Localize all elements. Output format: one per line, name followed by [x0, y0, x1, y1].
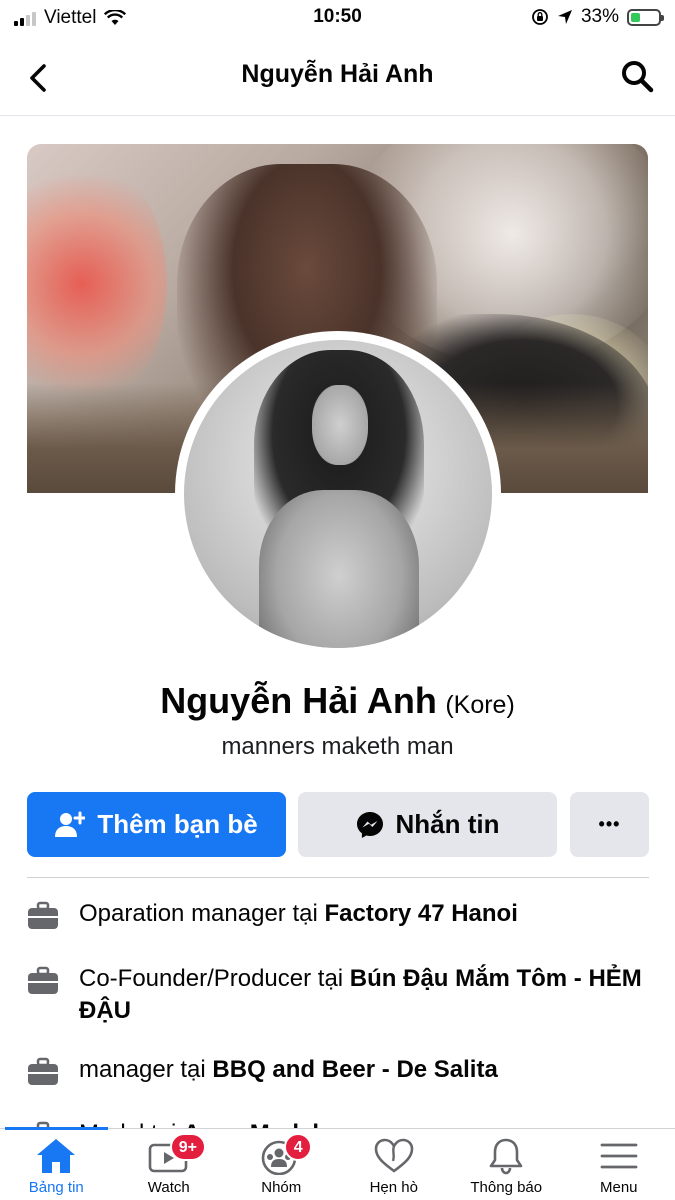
- navigation-bar: Nguyễn Hải Anh: [0, 40, 675, 116]
- tab-menu[interactable]: Menu: [563, 1129, 675, 1200]
- watch-badge: 9+: [169, 1133, 206, 1161]
- message-label: Nhắn tin: [395, 809, 500, 839]
- work-info-item: Oparation manager tại Factory 47 Hanoi: [27, 898, 649, 932]
- home-icon: [37, 1139, 76, 1173]
- page-title: Nguyễn Hải Anh: [241, 60, 434, 88]
- dating-heart-icon: [374, 1138, 414, 1173]
- active-tab-indicator: [5, 1127, 108, 1130]
- tab-label: Bảng tin: [28, 1179, 84, 1196]
- tab-news-feed[interactable]: Bảng tin: [0, 1129, 113, 1200]
- message-button[interactable]: Nhắn tin: [298, 792, 557, 857]
- watch-tab-icon-wrap: 9+: [148, 1133, 206, 1175]
- work-place-link[interactable]: BBQ and Beer - De Salita: [212, 1056, 497, 1083]
- tab-label: Nhóm: [261, 1179, 302, 1196]
- orientation-lock-icon: [532, 9, 548, 25]
- messenger-icon: [356, 811, 383, 838]
- battery-icon: [627, 8, 664, 26]
- status-bar: Viettel 10:50 33%: [0, 0, 675, 36]
- tab-dating[interactable]: Hẹn hò: [338, 1129, 451, 1200]
- add-friend-label: Thêm bạn bè: [97, 809, 258, 839]
- work-place-link[interactable]: Factory 47 Hanoi: [324, 900, 517, 927]
- divider: [27, 877, 649, 878]
- tab-label: Watch: [147, 1179, 190, 1196]
- briefcase-icon: [28, 966, 58, 994]
- work-info-item: manager tại BBQ and Beer - De Salita: [27, 1054, 649, 1088]
- more-dots-icon: •••: [598, 814, 621, 834]
- tab-label: Hẹn hò: [369, 1179, 418, 1196]
- work-info-text: Oparation manager tại Factory 47 Hanoi: [79, 898, 518, 930]
- status-right: 33%: [531, 6, 664, 28]
- profile-name-line: Nguyễn Hải Anh (Kore): [0, 680, 675, 722]
- briefcase-icon: [28, 901, 58, 929]
- search-icon: [622, 61, 654, 93]
- groups-tab-icon-wrap: 4: [260, 1133, 313, 1176]
- work-role: Oparation manager tại: [79, 900, 325, 927]
- profile-bio: manners maketh man: [221, 733, 454, 760]
- tab-label: Menu: [599, 1179, 638, 1196]
- more-options-button[interactable]: •••: [570, 792, 649, 857]
- tab-notifications[interactable]: Thông báo: [450, 1129, 563, 1200]
- hamburger-menu-icon: [600, 1143, 638, 1169]
- briefcase-icon: [28, 1057, 58, 1085]
- add-friend-button[interactable]: Thêm bạn bè: [27, 792, 286, 857]
- profile-picture[interactable]: [184, 340, 492, 648]
- add-friend-icon: [55, 811, 86, 837]
- profile-alternate-name: (Kore): [445, 691, 515, 719]
- battery-percent: 33%: [580, 6, 619, 27]
- tab-watch[interactable]: 9+ Watch: [113, 1129, 226, 1200]
- bottom-tab-bar: Bảng tin 9+ Watch 4 Nhóm Hẹn hò Thông bá…: [0, 1128, 675, 1200]
- work-role: Co-Founder/Producer tại: [79, 965, 350, 992]
- location-arrow-icon: [557, 10, 572, 24]
- work-info-text: manager tại BBQ and Beer - De Salita: [79, 1054, 498, 1086]
- work-info-text: Co-Founder/Producer tại Bún Đậu Mắm Tôm …: [79, 963, 649, 1027]
- tab-groups[interactable]: 4 Nhóm: [225, 1129, 338, 1200]
- profile-name: Nguyễn Hải Anh: [160, 680, 437, 721]
- work-role: manager tại: [79, 1056, 213, 1083]
- groups-badge: 4: [284, 1133, 313, 1161]
- work-info-item: Co-Founder/Producer tại Bún Đậu Mắm Tôm …: [27, 963, 649, 1027]
- tab-label: Thông báo: [470, 1179, 543, 1196]
- search-button[interactable]: [617, 56, 657, 96]
- battery-fill: [631, 12, 640, 22]
- bell-icon: [489, 1138, 523, 1175]
